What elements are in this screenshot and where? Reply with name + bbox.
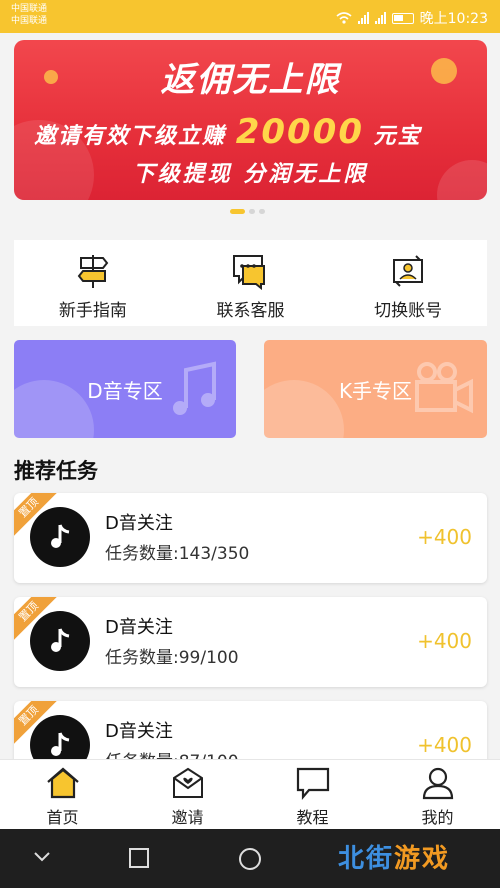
tab-profile[interactable]: 我的 <box>375 760 500 829</box>
quick-item-label: 切换账号 <box>374 301 443 321</box>
watermark-part1: 北街 <box>337 844 394 874</box>
tab-label: 邀请 <box>171 808 204 827</box>
task-name: D音关注 <box>105 513 173 534</box>
task-reward: +400 <box>417 629 472 653</box>
task-reward: +400 <box>417 525 472 549</box>
tutorial-icon <box>296 767 329 800</box>
watermark-text: 北街游戏 <box>338 838 450 875</box>
battery-icon <box>391 12 414 24</box>
banner-subtitle: 邀请有效下级立赚 20000 元宝 <box>34 112 422 152</box>
banner-line3: 下级提现 分润无上限 <box>132 162 369 187</box>
task-name: D音关注 <box>105 617 173 638</box>
task-reward: +400 <box>417 733 472 757</box>
camera-icon <box>415 362 473 414</box>
task-name: D音关注 <box>105 721 173 742</box>
invite-icon <box>172 767 203 798</box>
tab-label: 教程 <box>296 808 329 827</box>
watermark-logo: 北街游戏 <box>338 838 450 875</box>
banner-sub-suffix: 元宝 <box>373 124 422 149</box>
zone-k-video[interactable]: K手专区 <box>264 340 487 438</box>
quick-item-label: 新手指南 <box>58 301 127 321</box>
music-note-icon <box>51 732 70 756</box>
bottom-tab-bar: 首页 邀请 教程 我的 <box>0 759 500 829</box>
quick-item-guide[interactable]: 新手指南 <box>14 240 172 326</box>
tiktok-avatar <box>30 507 90 567</box>
watermark-part2: 游戏 <box>393 844 450 874</box>
carrier-info: 中国联通 中国联通 <box>11 3 47 27</box>
tab-label: 我的 <box>421 808 454 827</box>
banner-title: 返佣无上限 <box>160 60 341 100</box>
signpost-icon <box>77 255 109 288</box>
task-card[interactable]: 置顶 D音关注 任务数量:143/350 +400 <box>14 493 487 583</box>
tab-home[interactable]: 首页 <box>0 760 125 829</box>
section-title: 推荐任务 <box>14 459 98 483</box>
zone-d-music[interactable]: D音专区 <box>14 340 236 438</box>
switch-account-icon <box>393 255 424 287</box>
tab-tutorial[interactable]: 教程 <box>250 760 375 829</box>
home-icon <box>46 767 79 799</box>
zone-k-label: K手专区 <box>338 378 413 403</box>
wifi-icon <box>336 12 352 24</box>
pagination-dot[interactable] <box>259 209 265 214</box>
promo-banner[interactable]: 返佣无上限 邀请有效下级立赚 20000 元宝 下级提现 分润无上限 <box>14 40 487 200</box>
quick-item-support[interactable]: 联系客服 <box>172 240 330 326</box>
tiktok-avatar <box>30 611 90 671</box>
carrier-1: 中国联通 <box>11 4 48 14</box>
back-chevron-icon[interactable] <box>32 847 52 867</box>
zone-d-label: D音专区 <box>87 378 163 403</box>
tab-label: 首页 <box>46 808 79 827</box>
quick-menu: 新手指南 联系客服 切换账号 <box>14 240 487 326</box>
status-time: 晚上10:23 <box>419 11 488 27</box>
quick-item-label: 联系客服 <box>216 301 285 321</box>
music-note-icon <box>51 628 70 652</box>
carrier-2: 中国联通 <box>11 16 48 26</box>
recent-apps-icon[interactable] <box>128 847 150 869</box>
music-note-icon <box>51 524 70 548</box>
task-count: 任务数量:143/350 <box>105 544 250 564</box>
home-circle-icon[interactable] <box>238 847 262 871</box>
tab-invite[interactable]: 邀请 <box>125 760 250 829</box>
task-card[interactable]: 置顶 D音关注 任务数量:99/100 +400 <box>14 597 487 687</box>
banner-sub-prefix: 邀请有效下级立赚 <box>34 124 227 149</box>
banner-pagination <box>230 209 265 214</box>
pagination-dot-active[interactable] <box>230 209 245 214</box>
pagination-dot[interactable] <box>249 209 255 214</box>
banner-amount: 20000 <box>235 112 364 152</box>
task-count: 任务数量:99/100 <box>105 648 239 668</box>
status-bar: 中国联通 中国联通 晚上10:23 <box>0 0 500 33</box>
status-icons: 晚上10:23 <box>336 8 488 28</box>
signal-icon <box>357 12 369 24</box>
profile-icon <box>422 767 453 800</box>
quick-item-switch-account[interactable]: 切换账号 <box>329 240 487 326</box>
signal-icon-2 <box>374 12 386 24</box>
music-note-icon <box>173 361 216 415</box>
chat-bubble-icon <box>232 255 265 290</box>
